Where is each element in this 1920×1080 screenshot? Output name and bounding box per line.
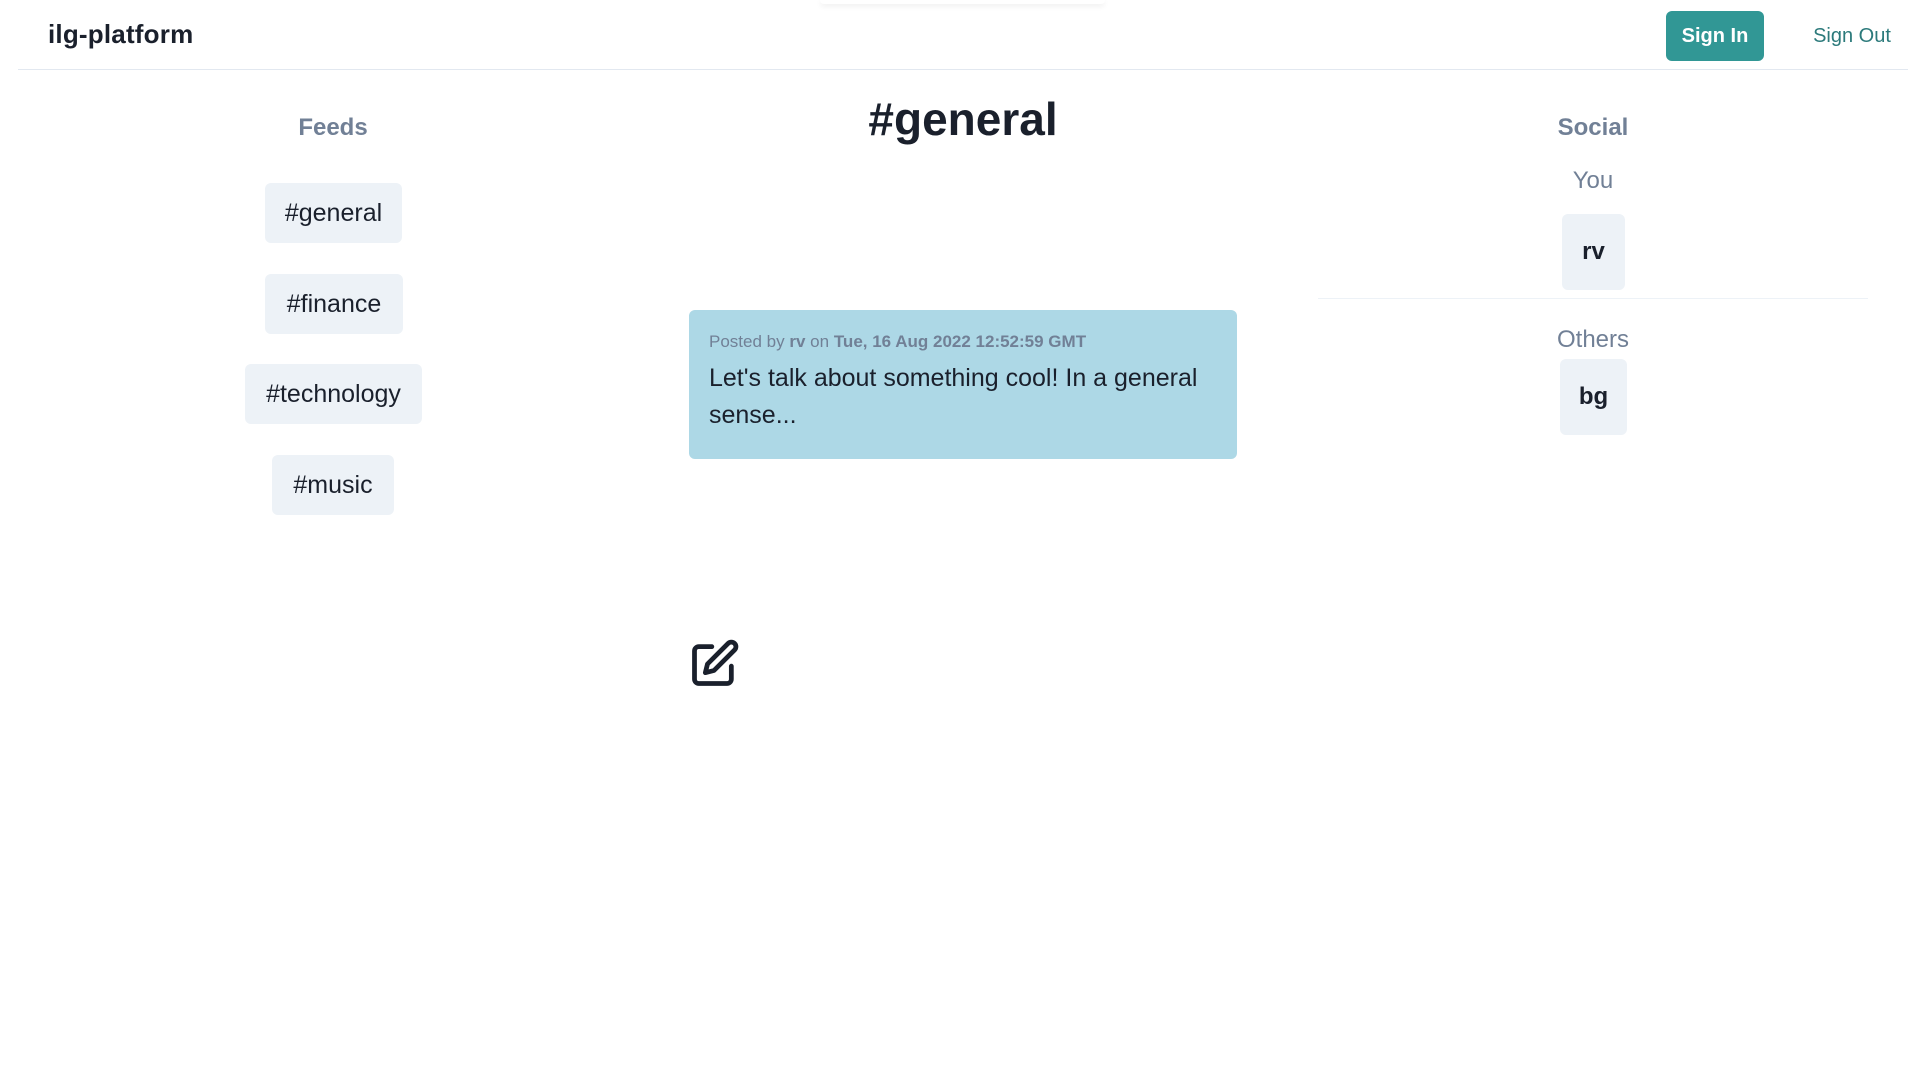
feed-item-general[interactable]: #general bbox=[265, 183, 402, 243]
sign-out-button[interactable]: Sign Out bbox=[1804, 11, 1900, 61]
feeds-sidebar: Feeds #general #finance #technology #mus… bbox=[0, 70, 666, 590]
social-heading: Social bbox=[1557, 114, 1629, 141]
posted-by-label: Posted by bbox=[709, 332, 785, 351]
you-heading: You bbox=[1572, 167, 1614, 194]
post-body: Let's talk about something cool! In a ge… bbox=[709, 364, 1198, 429]
others-heading: Others bbox=[1556, 326, 1630, 353]
posted-on-label: on bbox=[810, 332, 830, 351]
current-user-button[interactable]: rv bbox=[1562, 214, 1625, 290]
sign-in-button[interactable]: Sign In bbox=[1666, 11, 1764, 61]
post-author: rv bbox=[789, 332, 806, 351]
edit-icon bbox=[692, 639, 739, 686]
post-timestamp: Tue, 16 Aug 2022 12:52:59 GMT bbox=[833, 332, 1087, 351]
post-card: Posted by rv on Tue, 16 Aug 2022 12:52:5… bbox=[689, 310, 1237, 459]
user-button-bg[interactable]: bg bbox=[1560, 359, 1627, 435]
brand-logo[interactable]: ilg-platform bbox=[48, 19, 193, 50]
post-meta: Posted by rv on Tue, 16 Aug 2022 12:52:5… bbox=[709, 332, 1217, 352]
compose-post-button[interactable] bbox=[688, 638, 740, 690]
feed-item-music[interactable]: #music bbox=[272, 455, 394, 515]
top-navbar: ilg-platform Sign In Sign Out bbox=[18, 0, 1908, 70]
feed-item-technology[interactable]: #technology bbox=[245, 364, 422, 424]
feed-item-finance[interactable]: #finance bbox=[265, 274, 403, 334]
feeds-heading: Feeds bbox=[298, 114, 368, 141]
social-divider bbox=[1318, 298, 1868, 299]
channel-title: #general bbox=[868, 93, 1058, 145]
app-page: ilg-platform Sign In Sign Out Feeds #gen… bbox=[0, 0, 1920, 1080]
